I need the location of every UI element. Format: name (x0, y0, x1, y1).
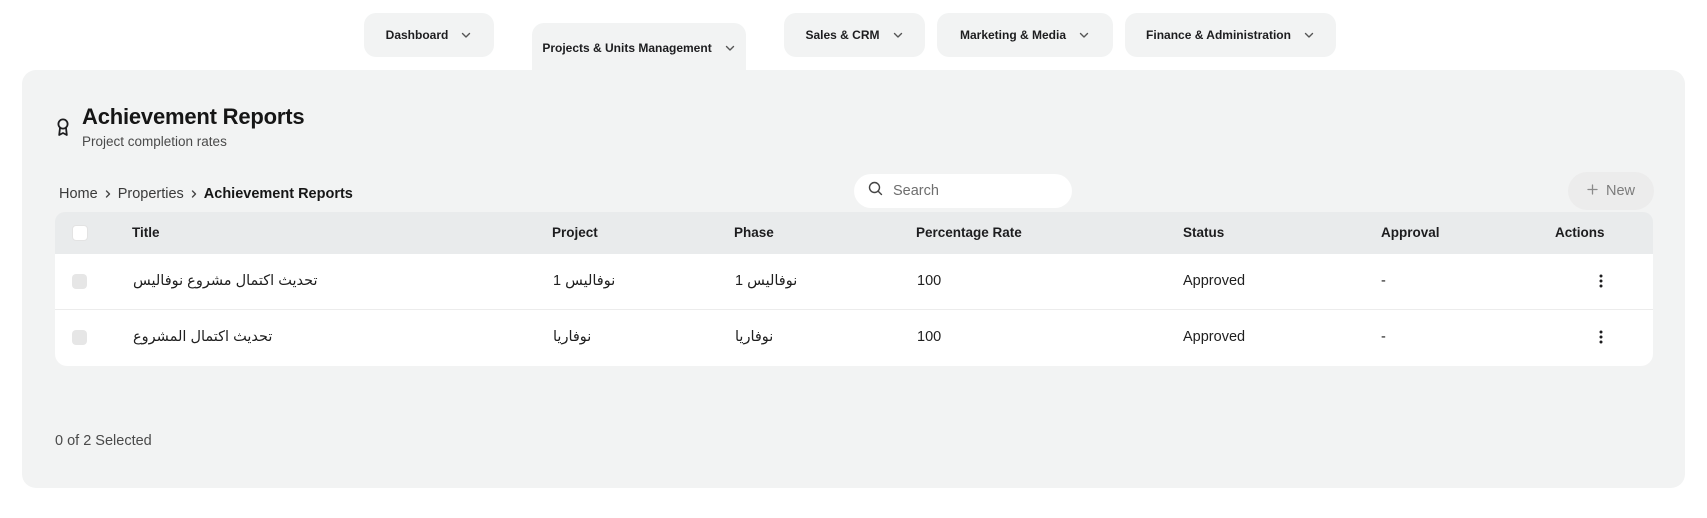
more-vertical-icon[interactable] (1591, 271, 1611, 291)
column-header-project[interactable]: Project (552, 225, 598, 240)
search-icon (868, 181, 883, 201)
chevron-down-icon (1303, 29, 1315, 41)
column-header-status[interactable]: Status (1183, 225, 1224, 240)
chevron-down-icon (1078, 29, 1090, 41)
search-input[interactable] (893, 183, 1053, 199)
search-box (854, 174, 1072, 208)
breadcrumb-properties[interactable]: Properties (118, 186, 184, 202)
new-button-label: New (1605, 183, 1635, 199)
row-checkbox[interactable] (72, 330, 87, 345)
chevron-down-icon (724, 42, 736, 54)
tab-finance-administration[interactable]: Finance & Administration (1125, 13, 1336, 57)
more-vertical-icon[interactable] (1591, 327, 1611, 347)
chevron-down-icon (460, 29, 472, 41)
tab-label: Sales & CRM (805, 28, 880, 42)
breadcrumb: Home Properties Achievement Reports (59, 186, 353, 202)
column-header-approval[interactable]: Approval (1381, 225, 1440, 240)
column-header-phase[interactable]: Phase (734, 225, 774, 240)
select-all-checkbox[interactable] (72, 225, 88, 241)
breadcrumb-home[interactable]: Home (59, 186, 98, 202)
table-header-row: Title Project Phase Percentage Rate Stat… (55, 212, 1653, 254)
tab-label: Projects & Units Management (542, 41, 712, 55)
column-header-title[interactable]: Title (132, 225, 160, 240)
breadcrumb-current: Achievement Reports (203, 186, 353, 202)
plus-icon (1587, 183, 1598, 199)
cell-status: Approved (1183, 329, 1246, 345)
cell-status: Approved (1183, 273, 1246, 289)
cell-title: تحديث اكتمال المشروع (133, 329, 273, 345)
cell-project: نوفاريا (553, 329, 592, 345)
cell-approval: - (1381, 273, 1386, 289)
chevron-right-icon (98, 187, 118, 201)
tab-projects-units-management[interactable]: Projects & Units Management (532, 23, 746, 73)
table-row[interactable]: تحديث اكتمال المشروع نوفاريا نوفاريا 100… (55, 310, 1653, 366)
achievement-reports-table: Title Project Phase Percentage Rate Stat… (55, 212, 1653, 366)
cell-title: تحديث اكتمال مشروع نوفاليس (133, 273, 318, 289)
page-title: Achievement Reports (82, 104, 305, 129)
award-ribbon-icon (55, 117, 71, 137)
selection-count: 0 of 2 Selected (55, 433, 152, 449)
tab-marketing-media[interactable]: Marketing & Media (937, 13, 1113, 57)
tab-label: Finance & Administration (1146, 28, 1291, 42)
tab-sales-crm[interactable]: Sales & CRM (784, 13, 925, 57)
table-body: تحديث اكتمال مشروع نوفاليس نوفاليس 1 نوف… (55, 254, 1653, 366)
column-header-actions: Actions (1555, 225, 1605, 240)
page-subtitle: Project completion rates (82, 134, 227, 149)
cell-percentage-rate: 100 (917, 273, 942, 289)
cell-phase: نوفاليس 1 (735, 273, 798, 289)
tab-dashboard[interactable]: Dashboard (364, 13, 494, 57)
chevron-down-icon (892, 29, 904, 41)
table-row[interactable]: تحديث اكتمال مشروع نوفاليس نوفاليس 1 نوف… (55, 254, 1653, 310)
column-header-percentage-rate[interactable]: Percentage Rate (916, 225, 1022, 240)
cell-phase: نوفاريا (735, 329, 774, 345)
tab-label: Dashboard (385, 28, 449, 42)
chevron-right-icon (184, 187, 204, 201)
row-checkbox[interactable] (72, 274, 87, 289)
tab-label: Marketing & Media (959, 28, 1067, 42)
cell-approval: - (1381, 329, 1386, 345)
main-panel: Achievement Reports Project completion r… (22, 70, 1685, 488)
cell-project: نوفاليس 1 (553, 273, 616, 289)
cell-percentage-rate: 100 (917, 329, 942, 345)
new-button[interactable]: New (1568, 172, 1654, 210)
